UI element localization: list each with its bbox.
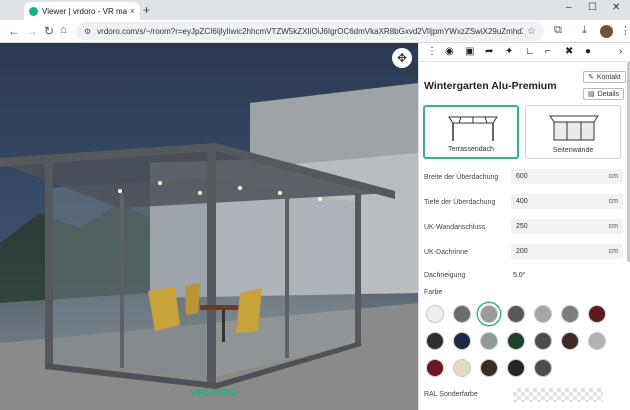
dachrinne-unit: cm <box>608 248 618 255</box>
dachrinne-value: 200 <box>516 248 528 255</box>
type-label: Terrassendach <box>448 146 494 153</box>
color-swatch[interactable] <box>561 305 579 323</box>
color-swatch[interactable] <box>534 305 552 323</box>
details-label: Details <box>597 90 620 98</box>
move-icon[interactable]: ✥ <box>392 48 412 68</box>
ral-color-picker[interactable] <box>513 388 603 402</box>
browser-tab-bar: Viewer | vrdoro - VR made eas × + – ☐ ✕ <box>0 0 630 20</box>
3d-viewport[interactable]: ✥ VRDORO <box>0 43 418 410</box>
color-swatch[interactable] <box>534 359 552 377</box>
chevron-right-icon[interactable]: › <box>619 46 622 57</box>
download-icon[interactable]: ⤓ <box>582 24 587 37</box>
color-swatch[interactable] <box>588 305 606 323</box>
eye-icon[interactable]: ◉ <box>445 46 454 57</box>
ruler-icon[interactable]: ⌐ <box>545 46 551 57</box>
breite-unit: cm <box>608 173 618 180</box>
color-swatch[interactable] <box>426 332 444 350</box>
address-bar[interactable]: ⚙ vrdoro.com/s/~/room?r=eyJpZCI6IjlyIiwi… <box>76 22 544 41</box>
dachrinne-input[interactable]: 200 cm <box>511 244 623 259</box>
wandanschluss-value: 250 <box>516 223 528 230</box>
wandanschluss-input[interactable]: 250 cm <box>511 219 623 234</box>
extensions-icon[interactable]: ⧉ <box>554 24 562 37</box>
kontakt-label: Kontakt <box>596 73 621 81</box>
winter-garden-scene <box>0 83 418 410</box>
vrdoro-favicon-icon <box>29 6 38 16</box>
maximize-window-icon[interactable]: ☐ <box>588 2 597 13</box>
dachneigung-value[interactable]: 5.0° <box>513 272 526 279</box>
share-arrow-icon[interactable]: ➦ <box>485 46 493 57</box>
type-label: Seitenwände <box>552 147 594 154</box>
color-swatch[interactable] <box>453 305 471 323</box>
breite-input[interactable]: 600 cm <box>511 169 623 184</box>
field-label-breite: Breite der Überdachung <box>424 174 499 181</box>
site-info-icon[interactable]: ⚙ <box>84 27 91 36</box>
color-swatch[interactable] <box>480 305 498 323</box>
kontakt-button[interactable]: ✎ Kontakt <box>583 71 626 83</box>
color-swatch[interactable] <box>507 332 525 350</box>
browser-toolbar: ← → ↻ ⌂ ⚙ vrdoro.com/s/~/room?r=eyJpZCI6… <box>0 20 630 43</box>
side-walls-icon <box>549 115 599 141</box>
field-label-tiefe: Tiefe der Überdachung <box>424 199 496 206</box>
farbe-label: Farbe <box>424 289 443 296</box>
tiefe-input[interactable]: 400 cm <box>511 194 623 209</box>
color-swatch[interactable] <box>507 359 525 377</box>
close-tab-icon[interactable]: × <box>130 6 135 16</box>
forward-arrow-icon[interactable]: → <box>26 24 38 38</box>
camera-icon[interactable]: ▣ <box>465 46 474 57</box>
tiefe-value: 400 <box>516 198 528 205</box>
panel-toolbar: ⋮ ◉ ▣ ➦ ✦ ∟ ⌐ ✖ ● › <box>419 43 630 62</box>
reload-icon[interactable]: ↻ <box>44 24 54 38</box>
configuration-panel: ⋮ ◉ ▣ ➦ ✦ ∟ ⌐ ✖ ● › ✎ Kontakt Wintergart… <box>418 43 630 410</box>
chrome-menu-icon[interactable]: ⋮ <box>620 24 630 37</box>
color-swatch[interactable] <box>453 359 471 377</box>
tiefe-unit: cm <box>608 198 618 205</box>
tab-title: Viewer | vrdoro - VR made eas <box>42 6 127 16</box>
field-label-dachrinne: UK-Dachrinne <box>424 249 468 256</box>
color-swatch[interactable] <box>480 359 498 377</box>
minimize-window-icon[interactable]: – <box>566 2 572 13</box>
product-title: Wintergarten Alu-Premium <box>424 80 557 92</box>
color-swatch[interactable] <box>561 332 579 350</box>
info-icon[interactable]: ● <box>585 46 591 57</box>
type-option-seitenwaende[interactable]: Seitenwände <box>525 105 621 159</box>
type-option-terrassendach[interactable]: Terrassendach <box>423 105 519 159</box>
tools-icon[interactable]: ✖ <box>565 46 573 57</box>
details-button[interactable]: ▤ Details <box>583 88 625 100</box>
color-swatch[interactable] <box>534 332 552 350</box>
measure-icon[interactable]: ∟ <box>525 46 535 57</box>
list-icon: ▤ <box>588 91 595 98</box>
color-swatch[interactable] <box>426 359 444 377</box>
close-window-icon[interactable]: ✕ <box>612 2 620 13</box>
breite-value: 600 <box>516 173 528 180</box>
magic-wand-icon[interactable]: ✦ <box>505 46 513 57</box>
color-swatch[interactable] <box>507 305 525 323</box>
back-arrow-icon[interactable]: ← <box>8 24 20 38</box>
ral-label: RAL Sonderfarbe <box>424 391 478 398</box>
new-tab-button[interactable]: + <box>143 3 150 17</box>
color-swatch[interactable] <box>426 305 444 323</box>
vrdoro-logo: VRDORO <box>190 388 237 399</box>
bookmark-star-icon[interactable]: ☆ <box>527 26 536 37</box>
color-swatch[interactable] <box>480 332 498 350</box>
browser-tab[interactable]: Viewer | vrdoro - VR made eas × <box>24 2 140 20</box>
field-label-wandanschluss: UK-Wandanschluss <box>424 224 486 231</box>
more-vertical-icon[interactable]: ⋮ <box>427 46 437 57</box>
edit-icon: ✎ <box>588 74 594 81</box>
dachneigung-label: Dachneigung <box>424 272 466 279</box>
profile-avatar[interactable] <box>600 25 613 38</box>
color-swatch[interactable] <box>453 332 471 350</box>
url-text: vrdoro.com/s/~/room?r=eyJpZCI6IjlyIiwic2… <box>97 27 523 36</box>
wandanschluss-unit: cm <box>608 223 618 230</box>
home-icon[interactable]: ⌂ <box>60 24 67 36</box>
color-swatch[interactable] <box>588 332 606 350</box>
roof-icon <box>448 116 498 141</box>
